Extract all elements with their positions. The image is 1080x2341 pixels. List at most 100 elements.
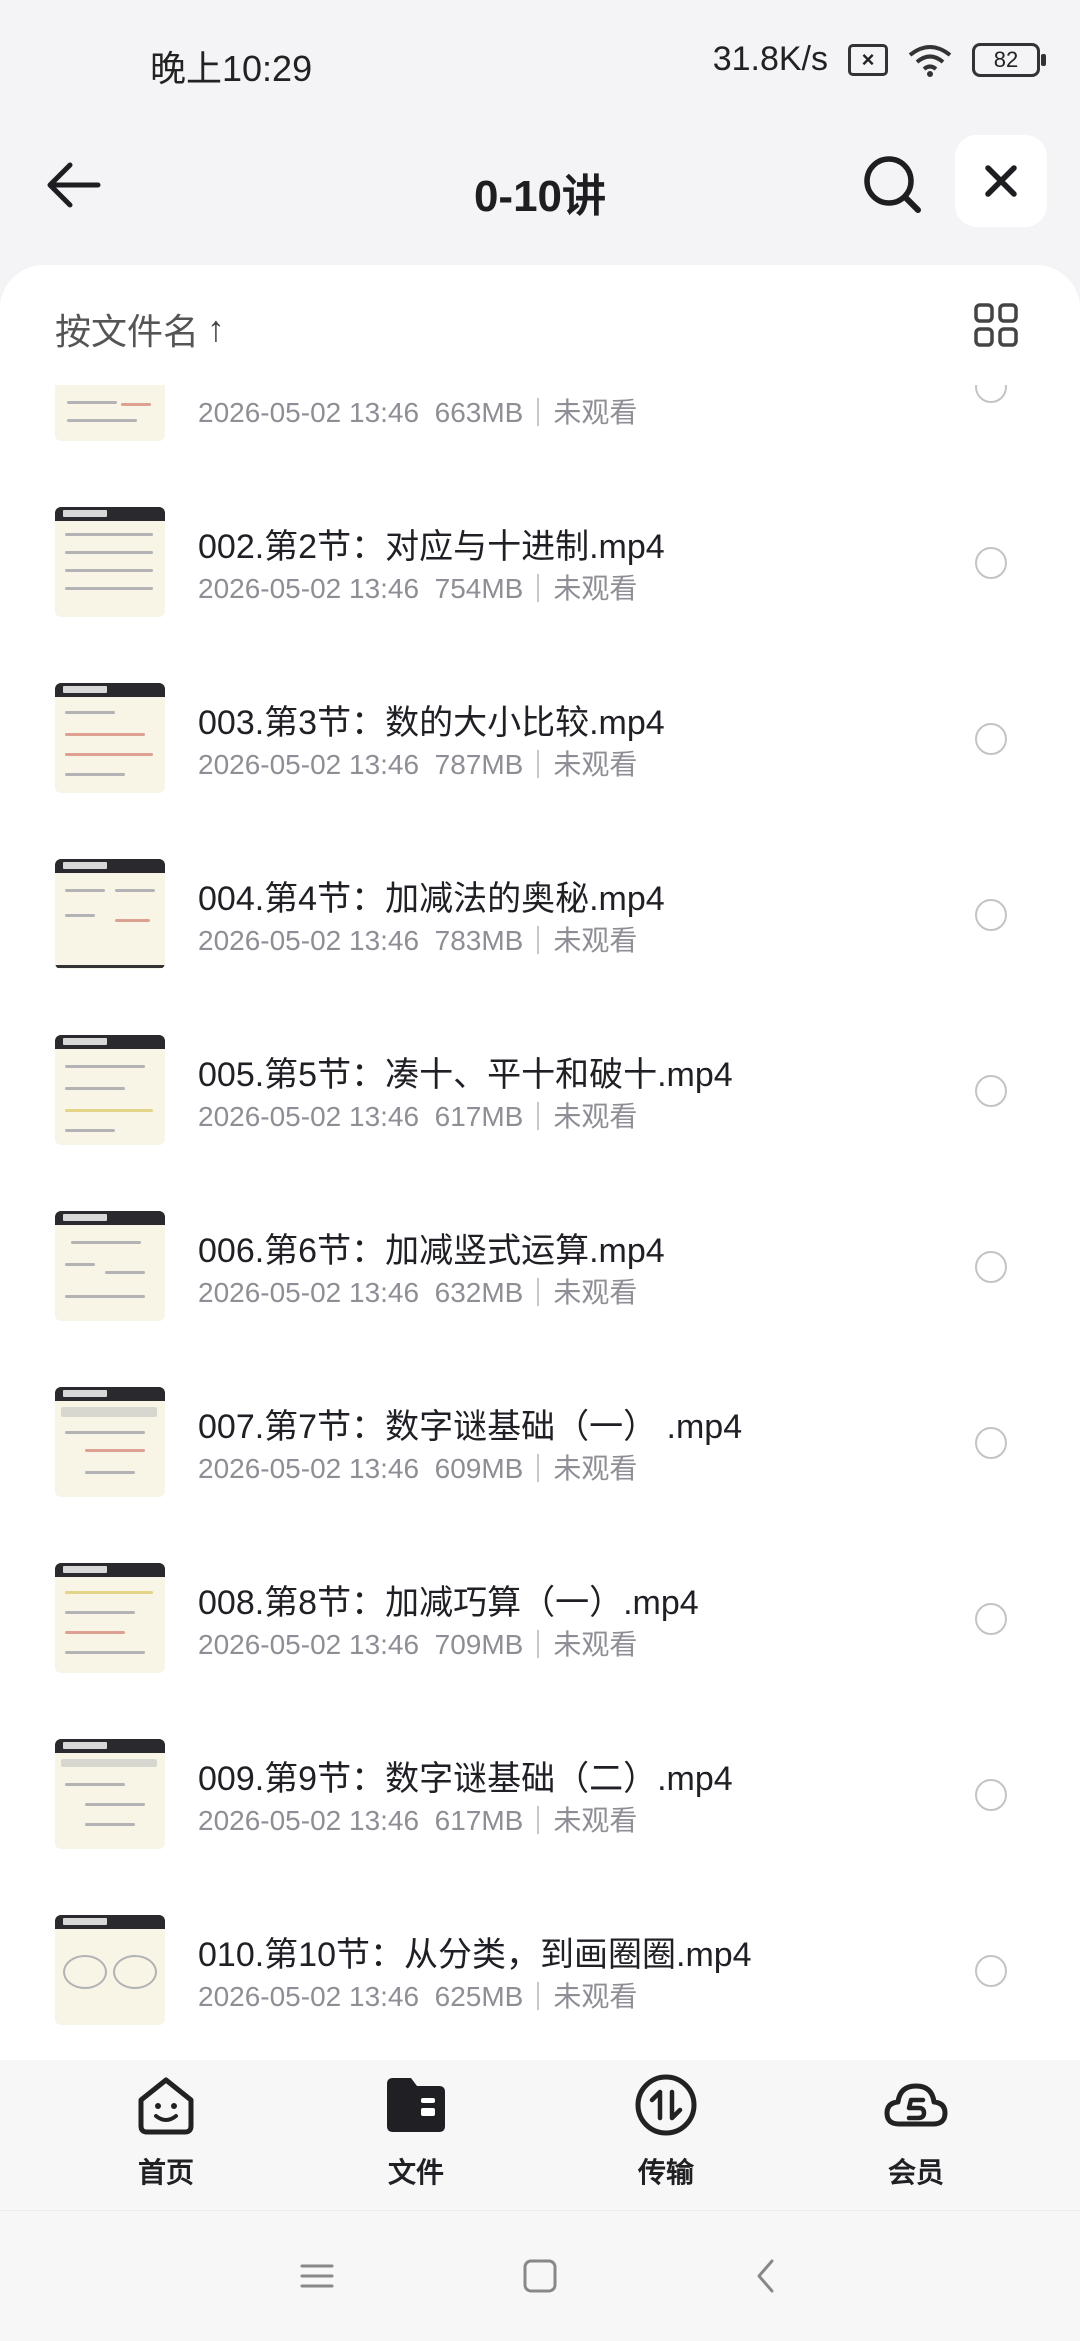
network-speed: 31.8K/s: [712, 40, 828, 78]
sort-ascending-icon: ↑: [207, 308, 226, 349]
select-radio[interactable]: [975, 1075, 1007, 1107]
watch-status: 未观看: [553, 749, 638, 780]
file-meta: 2026-05-02 13:46 609MB 未观看: [198, 1447, 637, 1487]
file-meta: 2026-05-02 13:46 632MB 未观看: [198, 1271, 637, 1311]
file-row[interactable]: 004.第4节：加减法的奥秘.mp4 2026-05-02 13:46 783M…: [0, 859, 1080, 1035]
file-name: 006.第6节：加减竖式运算.mp4: [198, 1232, 665, 1270]
folder-icon: [387, 2078, 445, 2132]
video-thumbnail: [55, 1035, 165, 1145]
watch-status: 未观看: [553, 1101, 638, 1132]
video-thumbnail: [55, 1739, 165, 1849]
file-name: 010.第10节：从分类，到画圈圈.mp4: [198, 1936, 752, 1974]
file-meta: 2026-05-02 13:46 754MB 未观看: [198, 567, 637, 607]
tab-label: 文件: [387, 2157, 444, 2188]
tab-label: 首页: [137, 2157, 194, 2188]
top-header: 0-10讲: [0, 120, 1080, 270]
grid-view-icon[interactable]: [972, 301, 1020, 349]
file-date: 2026-05-02 13:46: [198, 1277, 420, 1308]
tab-files[interactable]: 文件: [316, 2070, 516, 2200]
file-size: 663MB: [434, 397, 524, 428]
select-radio[interactable]: [975, 1251, 1007, 1283]
select-radio[interactable]: [975, 1955, 1007, 1987]
video-thumbnail: [55, 1211, 165, 1321]
battery-level: 82: [993, 46, 1019, 72]
watch-status: 未观看: [553, 1277, 638, 1308]
select-radio[interactable]: [975, 547, 1007, 579]
file-size: 625MB: [434, 1981, 524, 2012]
tab-vip[interactable]: 会员: [816, 2070, 1016, 2200]
battery-icon: 82: [972, 42, 1046, 77]
video-thumbnail: [55, 507, 165, 617]
tab-label: 会员: [887, 2157, 944, 2188]
file-meta: 2026-05-02 13:46 625MB 未观看: [198, 1975, 637, 2015]
watch-status: 未观看: [553, 397, 638, 428]
select-radio[interactable]: [975, 723, 1007, 755]
sort-by-name-button[interactable]: 按文件名 ↑: [55, 303, 225, 355]
select-radio[interactable]: [975, 899, 1007, 931]
home-square-icon[interactable]: [515, 2251, 565, 2301]
file-size: 709MB: [434, 1629, 524, 1660]
file-date: 2026-05-02 13:46: [198, 925, 420, 956]
file-size: 617MB: [434, 1101, 524, 1132]
menu-icon[interactable]: [292, 2251, 342, 2301]
file-name: 007.第7节：数字谜基础（一） .mp4: [198, 1408, 743, 1446]
file-name: 004.第4节：加减法的奥秘.mp4: [198, 880, 665, 918]
file-size: 617MB: [434, 1805, 524, 1836]
file-meta: 2026-05-02 13:46 787MB 未观看: [198, 743, 637, 783]
file-size: 609MB: [434, 1453, 524, 1484]
file-date: 2026-05-02 13:46: [198, 749, 420, 780]
file-row[interactable]: 008.第8节：加减巧算（一）.mp4 2026-05-02 13:46 709…: [0, 1563, 1080, 1739]
search-icon[interactable]: [858, 150, 928, 220]
file-meta: 2026-05-02 13:46 617MB 未观看: [198, 1095, 637, 1135]
tab-transfer[interactable]: 传输: [566, 2070, 766, 2200]
watch-status: 未观看: [553, 1981, 638, 2012]
select-radio[interactable]: [975, 1603, 1007, 1635]
file-list-card: 按文件名 ↑ 2026-05-02 13:46 663MB 未观看 002.第2…: [0, 265, 1080, 2060]
back-chevron-icon[interactable]: [742, 2251, 792, 2301]
file-row[interactable]: 002.第2节：对应与十进制.mp4 2026-05-02 13:46 754M…: [0, 507, 1080, 683]
video-thumbnail: [55, 859, 165, 969]
file-date: 2026-05-02 13:46: [198, 1101, 420, 1132]
status-time: 晚上10:29: [150, 48, 313, 89]
transfer-icon: [635, 2074, 697, 2136]
file-meta: 2026-05-02 13:46 783MB 未观看: [198, 919, 637, 959]
file-row[interactable]: 007.第7节：数字谜基础（一） .mp4 2026-05-02 13:46 6…: [0, 1387, 1080, 1563]
file-date: 2026-05-02 13:46: [198, 1805, 420, 1836]
wifi-icon: [908, 44, 952, 77]
watch-status: 未观看: [553, 1453, 638, 1484]
status-bar: 晚上10:29 31.8K/s × 82: [0, 0, 1080, 120]
file-row[interactable]: 005.第5节：凑十、平十和破十.mp4 2026-05-02 13:46 61…: [0, 1035, 1080, 1211]
select-radio[interactable]: [975, 1427, 1007, 1459]
video-thumbnail: [55, 1915, 165, 2025]
tab-home[interactable]: 首页: [66, 2070, 266, 2200]
video-thumbnail: [55, 1387, 165, 1497]
sort-label: 按文件名: [55, 311, 200, 352]
file-name: 002.第2节：对应与十进制.mp4: [198, 528, 665, 566]
file-size: 754MB: [434, 573, 524, 604]
file-date: 2026-05-02 13:46: [198, 397, 420, 428]
system-nav-bar: [0, 2210, 1080, 2341]
file-row[interactable]: 006.第6节：加减竖式运算.mp4 2026-05-02 13:46 632M…: [0, 1211, 1080, 1387]
close-icon: [985, 165, 1017, 197]
watch-status: 未观看: [553, 1805, 638, 1836]
file-meta: 2026-05-02 13:46 709MB 未观看: [198, 1623, 637, 1663]
file-name: 003.第3节：数的大小比较.mp4: [198, 704, 665, 742]
close-button[interactable]: [955, 135, 1047, 227]
file-row[interactable]: 010.第10节：从分类，到画圈圈.mp4 2026-05-02 13:46 6…: [0, 1915, 1080, 2060]
select-radio[interactable]: [975, 1779, 1007, 1811]
no-sim-icon: ×: [848, 43, 888, 76]
video-thumbnail: [55, 1563, 165, 1673]
watch-status: 未观看: [553, 1629, 638, 1660]
file-name: 005.第5节：凑十、平十和破十.mp4: [198, 1056, 733, 1094]
file-date: 2026-05-02 13:46: [198, 1453, 420, 1484]
sort-bar: 按文件名 ↑: [0, 265, 1080, 385]
file-row[interactable]: 009.第9节：数字谜基础（二）.mp4 2026-05-02 13:46 61…: [0, 1739, 1080, 1915]
file-date: 2026-05-02 13:46: [198, 573, 420, 604]
tab-label: 传输: [637, 2157, 694, 2188]
watch-status: 未观看: [553, 573, 638, 604]
file-row[interactable]: 003.第3节：数的大小比较.mp4 2026-05-02 13:46 787M…: [0, 683, 1080, 859]
bottom-tab-bar: 首页 文件 传输 会员: [0, 2060, 1080, 2210]
watch-status: 未观看: [553, 925, 638, 956]
video-thumbnail: [55, 683, 165, 793]
file-date: 2026-05-02 13:46: [198, 1629, 420, 1660]
